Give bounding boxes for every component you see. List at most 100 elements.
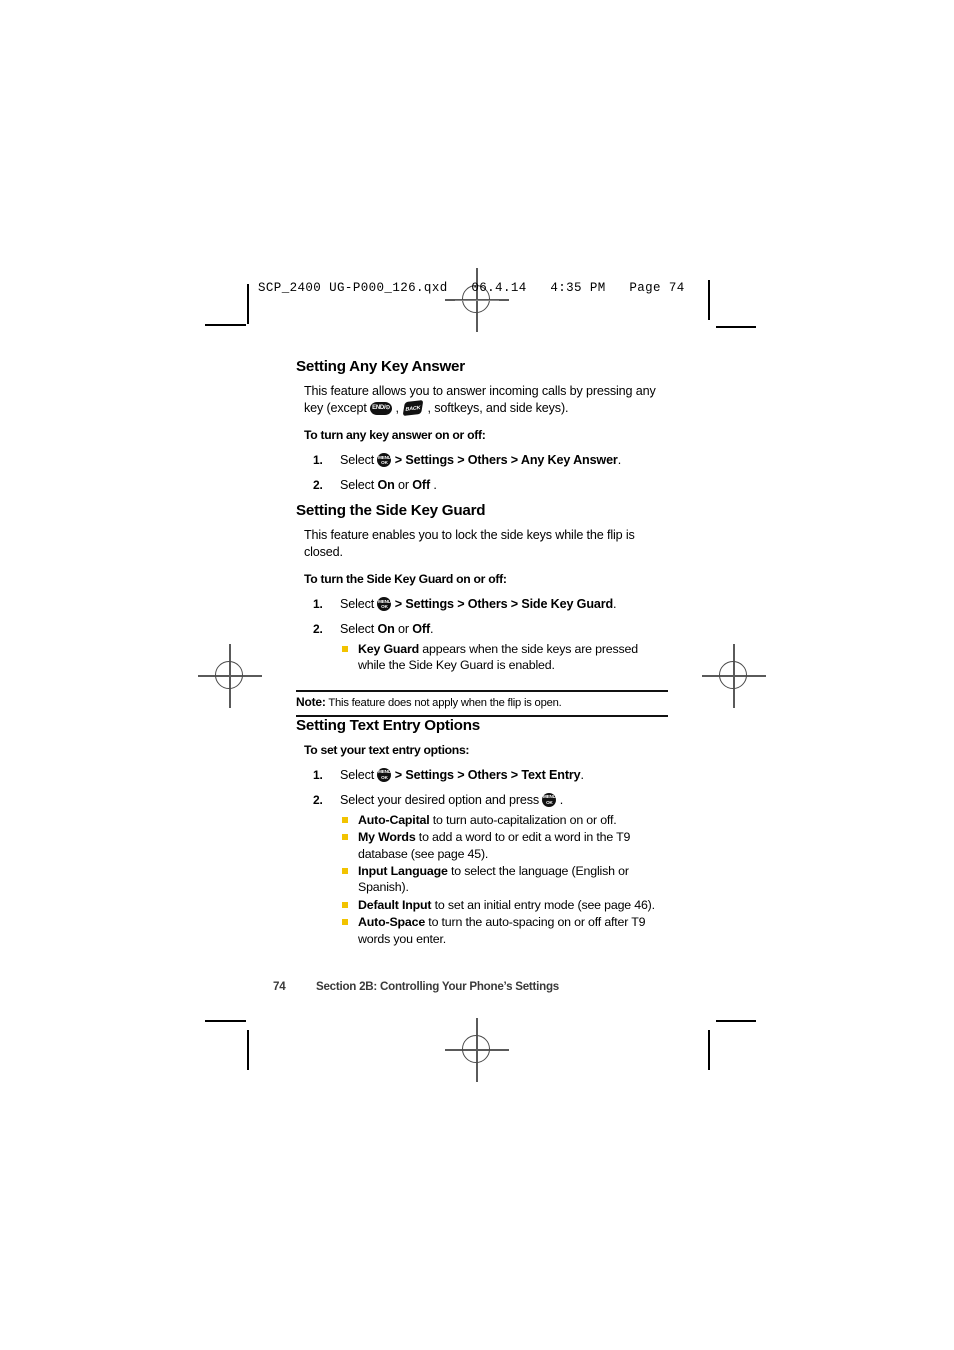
menu-ok-key-icon-line2: OK bbox=[546, 800, 553, 805]
page-content: Setting Any Key Answer This feature allo… bbox=[296, 358, 668, 955]
crop-mark-top-left-horizontal bbox=[205, 324, 246, 326]
sublist-item-term: Default Input bbox=[358, 897, 432, 912]
step-tail: . bbox=[613, 597, 617, 611]
step-menu-path: > Settings > Others > Text Entry bbox=[391, 767, 581, 782]
option-off: Off bbox=[412, 622, 430, 636]
step-tail: . bbox=[430, 478, 437, 492]
step-number: 1. bbox=[313, 767, 323, 782]
step-arrow: > bbox=[391, 767, 406, 782]
crop-mark-top-right-vertical bbox=[708, 280, 710, 320]
sublist-item-text: to set an initial entry mode (see page 4… bbox=[431, 897, 655, 912]
step-text-pre: Select bbox=[340, 622, 378, 636]
step-tail: . bbox=[430, 622, 434, 636]
step-tail: . bbox=[580, 767, 585, 782]
sublist-item-term: Key Guard bbox=[358, 642, 420, 656]
heading-setting-any-key-answer: Setting Any Key Answer bbox=[296, 358, 465, 375]
bullet-square-icon bbox=[342, 816, 348, 823]
menu-ok-key-icon: MENU OK bbox=[377, 767, 392, 782]
registration-mark-bottom-center bbox=[445, 1018, 509, 1082]
sublist-item-term: My Words bbox=[358, 830, 416, 845]
registration-mark-left bbox=[198, 644, 262, 708]
sublist-item: Input Language to select the language (E… bbox=[340, 863, 668, 896]
slug-underline bbox=[455, 300, 499, 301]
sublist-item: Auto-Capital to turn auto-capitalization… bbox=[340, 812, 668, 828]
step-arrow: > bbox=[391, 597, 406, 611]
paragraph-side-key-guard-intro: This feature enables you to lock the sid… bbox=[304, 528, 635, 559]
heading-setting-text-entry-options: Setting Text Entry Options bbox=[296, 716, 480, 734]
step-conjunction: or bbox=[394, 478, 413, 492]
bullet-square-icon bbox=[342, 868, 348, 875]
footer-section-title: Section 2B: Controlling Your Phone’s Set… bbox=[316, 980, 559, 993]
step-menu-path: > Settings > Others > Any Key Answer bbox=[391, 453, 618, 467]
step-path-text: Settings > Others > Any Key Answer bbox=[405, 453, 618, 467]
paragraph-any-key-intro-part-b: , bbox=[392, 400, 403, 415]
note-body: This feature does not apply when the fli… bbox=[325, 696, 562, 709]
menu-ok-key-icon: MENU OK bbox=[542, 792, 557, 807]
lead-turn-side-key-guard: To turn the Side Key Guard on or off: bbox=[304, 572, 507, 586]
step-item: 1. Select MENU OK > Settings > Others > Si… bbox=[304, 596, 668, 613]
sublist-item-term: Auto-Capital bbox=[358, 812, 430, 827]
menu-ok-key-icon: MENU OK bbox=[377, 453, 392, 467]
crop-mark-top-right-horizontal bbox=[716, 326, 756, 328]
crop-mark-bottom-left-horizontal bbox=[205, 1020, 246, 1022]
sublist-text-entry-options: Auto-Capital to turn auto-capitalization… bbox=[340, 812, 668, 947]
step-item: 2. Select On or Off. Key Guard appears wh… bbox=[304, 621, 668, 674]
paragraph-any-key-intro-part-c: , softkeys, and side keys). bbox=[424, 400, 569, 415]
menu-ok-key-icon-line2: OK bbox=[381, 460, 388, 466]
footer-page-number: 74 bbox=[273, 980, 286, 993]
sublist-item: Auto-Space to turn the auto-spacing on o… bbox=[340, 914, 668, 947]
step-menu-path: > Settings > Others > Side Key Guard bbox=[391, 597, 613, 611]
step-item: 1. Select MENU OK > Settings > Others > An… bbox=[304, 452, 668, 469]
sublist-item-term: Input Language bbox=[358, 864, 448, 879]
step-number: 2. bbox=[313, 478, 323, 492]
step-text-pre: Select bbox=[340, 453, 378, 467]
step-item: 2. Select On or Off . bbox=[304, 477, 668, 494]
step-tail: . bbox=[617, 453, 622, 467]
step-number: 2. bbox=[313, 622, 323, 636]
crop-mark-bottom-left-vertical bbox=[247, 1030, 249, 1070]
option-on: On bbox=[377, 622, 395, 636]
end-power-key-icon: END/⊙ bbox=[370, 401, 393, 415]
crop-mark-bottom-right-horizontal bbox=[716, 1020, 756, 1022]
sublist-item-term: Auto-Space bbox=[358, 915, 426, 930]
steps-text-entry-options: 1. Select MENU OK > Settings > Others > Te… bbox=[304, 767, 668, 947]
step-item: 1. Select MENU OK > Settings > Others > Te… bbox=[304, 767, 668, 784]
bullet-square-icon bbox=[342, 901, 348, 908]
step-arrow: > bbox=[391, 453, 406, 467]
step-conjunction: or bbox=[394, 622, 413, 636]
sublist-item: Default Input to set an initial entry mo… bbox=[340, 897, 668, 913]
step-number: 1. bbox=[313, 597, 323, 611]
prepress-slug-line: SCP_2400 UG-P000_126.qxd 06.4.14 4:35 PM… bbox=[258, 281, 685, 295]
crop-mark-bottom-right-vertical bbox=[708, 1030, 710, 1070]
note-text: Note: This feature does not apply when t… bbox=[296, 695, 668, 711]
menu-ok-key-icon-line2: OK bbox=[381, 775, 388, 780]
note-box: Note: This feature does not apply when t… bbox=[296, 689, 668, 717]
steps-any-key-answer: 1. Select MENU OK > Settings > Others > An… bbox=[304, 452, 668, 494]
option-off: Off bbox=[412, 478, 430, 492]
bullet-square-icon bbox=[342, 646, 348, 652]
menu-ok-key-icon-line2: OK bbox=[381, 604, 388, 610]
bullet-square-icon bbox=[342, 834, 348, 841]
crop-mark-top-left-vertical bbox=[247, 284, 249, 324]
page-footer: 74 Section 2B: Controlling Your Phone’s S… bbox=[273, 980, 559, 993]
section-any-key-answer-body: This feature allows you to answer incomi… bbox=[304, 383, 668, 494]
step-item: 2. Select your desired option and press M… bbox=[304, 792, 668, 947]
steps-side-key-guard: 1. Select MENU OK > Settings > Others > Si… bbox=[304, 596, 668, 674]
step-number: 1. bbox=[313, 453, 323, 467]
sublist-item: My Words to add a word to or edit a word… bbox=[340, 829, 668, 862]
sublist-item: Key Guard appears when the side keys are… bbox=[340, 641, 668, 674]
paragraph-any-key-intro: This feature allows you to answer incomi… bbox=[304, 383, 668, 416]
sublist-item-text: to turn auto-capitalization on or off. bbox=[429, 812, 617, 827]
lead-turn-any-key-answer: To turn any key answer on or off: bbox=[304, 428, 486, 442]
step-text-pre: Select bbox=[340, 478, 378, 492]
step-path-text: Settings > Others > Side Key Guard bbox=[405, 597, 614, 611]
lead-set-text-entry-options: To set your text entry options: bbox=[304, 742, 470, 757]
step-text-pre: Select bbox=[340, 597, 378, 611]
heading-setting-side-key-guard: Setting the Side Key Guard bbox=[296, 502, 486, 519]
section-side-key-guard-body: This feature enables you to lock the sid… bbox=[296, 527, 668, 717]
registration-mark-right bbox=[702, 644, 766, 708]
step-text-pre: Select bbox=[340, 767, 378, 782]
menu-ok-key-icon: MENU OK bbox=[377, 597, 392, 611]
option-on: On bbox=[377, 478, 395, 492]
back-key-icon: BACK bbox=[402, 399, 424, 416]
